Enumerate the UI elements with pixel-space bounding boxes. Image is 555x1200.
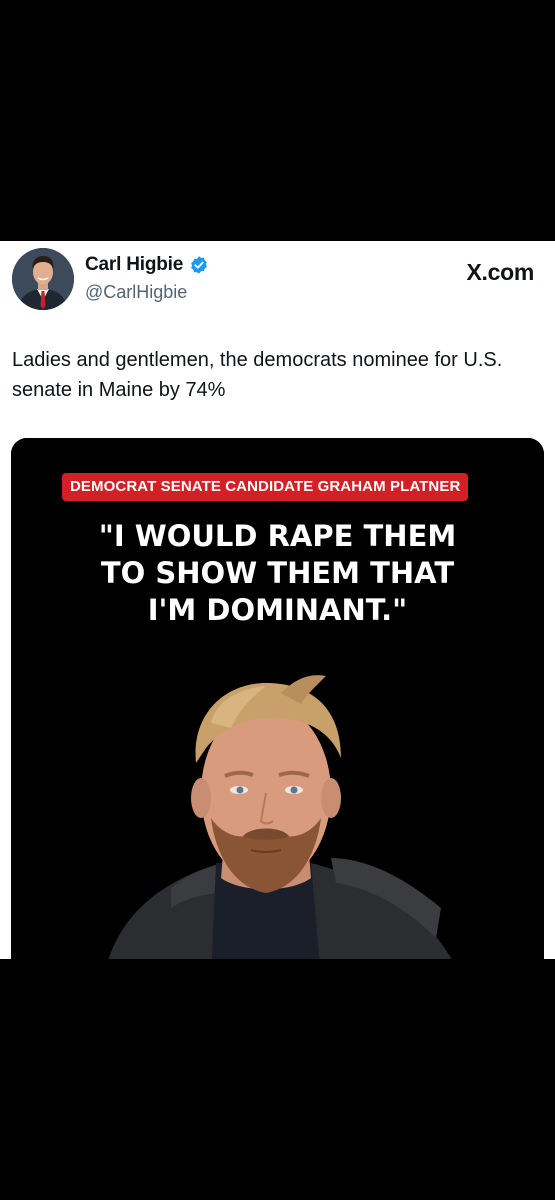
headline-quote: "I WOULD RAPE THEM TO SHOW THEM THAT I'M…	[11, 518, 544, 629]
screen: { "tweet": { "author_name": "Carl Higbie…	[0, 0, 555, 1200]
tweet-card[interactable]: Carl Higbie @CarlHigbie X.com Ladies and…	[0, 241, 555, 959]
source-label: X.com	[466, 259, 534, 285]
tweet-media-image[interactable]: DEMOCRAT SENATE CANDIDATE GRAHAM PLATNER…	[11, 438, 544, 959]
banner-label: DEMOCRAT SENATE CANDIDATE GRAHAM PLATNER	[62, 473, 469, 501]
headline-line: "I WOULD RAPE THEM	[98, 519, 457, 553]
author-avatar[interactable]	[12, 248, 74, 310]
avatar-image	[12, 248, 74, 310]
author-name[interactable]: Carl Higbie	[85, 254, 183, 276]
author-name-row: Carl Higbie	[85, 254, 209, 276]
tweet-text: Ladies and gentlemen, the democrats nomi…	[12, 349, 503, 401]
author-handle[interactable]: @CarlHigbie	[85, 282, 187, 303]
portrait-photo	[11, 438, 544, 959]
verified-badge-icon	[191, 256, 207, 274]
headline-line: I'M DOMINANT."	[147, 593, 408, 627]
headline-line: TO SHOW THEM THAT	[100, 556, 455, 590]
